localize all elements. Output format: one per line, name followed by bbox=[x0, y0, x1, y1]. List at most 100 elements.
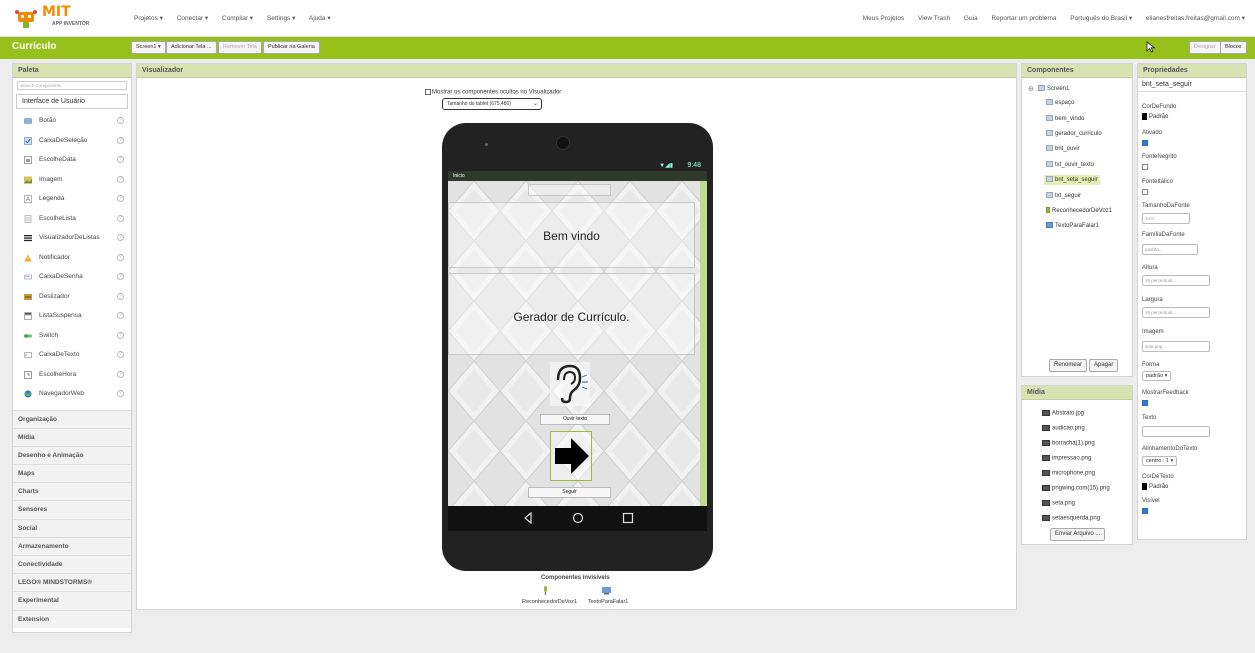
menu-ajuda[interactable]: Ajuda ▾ bbox=[309, 15, 331, 22]
category-extension[interactable]: Extension bbox=[13, 609, 131, 628]
espaco-placeholder[interactable] bbox=[528, 184, 611, 196]
media-file[interactable]: Abstrato.jpg bbox=[1042, 410, 1084, 417]
checkbox-box[interactable] bbox=[425, 89, 431, 95]
category-sensores[interactable]: Sensores bbox=[13, 500, 131, 519]
help-icon[interactable]: ? bbox=[117, 312, 124, 319]
category-lego-mindstorms[interactable]: LEGO® MINDSTORMS® bbox=[13, 573, 131, 592]
help-icon[interactable]: ? bbox=[117, 214, 124, 222]
home-icon[interactable] bbox=[572, 512, 584, 524]
tree-txt-ouvir-texto[interactable]: txt_ouvir_texto bbox=[1046, 160, 1094, 170]
font-bold-checkbox[interactable] bbox=[1142, 164, 1148, 170]
show-feedback-checkbox[interactable] bbox=[1142, 400, 1148, 406]
category-armazenamento[interactable]: Armazenamento bbox=[13, 536, 131, 555]
help-icon[interactable]: ? bbox=[117, 292, 124, 300]
palette-item-caixadetexto[interactable]: CaixaDeTexto ? bbox=[13, 345, 131, 365]
palette-item-visualizadordelistas[interactable]: VisualizadorDeListas ? bbox=[13, 228, 131, 248]
ear-icon[interactable] bbox=[550, 362, 590, 406]
palette-item-imagem[interactable]: Imagem ? bbox=[13, 170, 131, 190]
media-file[interactable]: microphone.png bbox=[1042, 470, 1095, 477]
help-icon[interactable]: ? bbox=[117, 195, 124, 202]
palette-item-listasuspensa[interactable]: ListaSuspensa ? bbox=[13, 306, 131, 326]
blocks-button[interactable]: Blocos bbox=[1220, 41, 1247, 54]
tree-gerador-curriculo[interactable]: gerador_curriculo bbox=[1046, 129, 1102, 139]
help-icon[interactable]: ? bbox=[117, 331, 124, 339]
tree-screen1[interactable]: Screen1 bbox=[1038, 84, 1069, 94]
account-email[interactable]: elianesfreitas.freitas@gmail.com ▾ bbox=[1146, 15, 1245, 22]
palette-item-escolhedata[interactable]: EscolheData ? bbox=[13, 150, 131, 170]
collapse-icon[interactable]: ⊖ bbox=[1028, 85, 1034, 93]
show-hidden-checkbox[interactable]: Mostrar os componentes ocultos no Visual… bbox=[425, 89, 561, 96]
category-conectividade[interactable]: Conectividade bbox=[13, 555, 131, 574]
palette-item-legenda[interactable]: A Legenda ? bbox=[13, 189, 131, 209]
help-icon[interactable]: ? bbox=[117, 156, 124, 163]
media-file[interactable]: audicao.png bbox=[1042, 425, 1085, 432]
help-icon[interactable]: ? bbox=[117, 370, 124, 378]
text-color-picker[interactable]: Padrão bbox=[1142, 483, 1168, 490]
tree-espaco[interactable]: espaço bbox=[1046, 98, 1074, 108]
media-file[interactable]: borracha(1).png bbox=[1042, 440, 1095, 447]
palette-item-notificador[interactable]: Notificador ? bbox=[13, 248, 131, 268]
help-icon[interactable]: ? bbox=[117, 117, 124, 124]
tree-reconhecedor[interactable]: ReconhecedorDeVoz1 bbox=[1046, 206, 1112, 216]
help-icon[interactable]: ? bbox=[117, 175, 124, 183]
help-icon[interactable]: ? bbox=[117, 253, 124, 261]
invisible-textoparafalar[interactable]: TextoParaFalar1 bbox=[588, 599, 628, 605]
category-interface-usuario[interactable]: Interface de Usuário bbox=[16, 94, 128, 109]
media-file[interactable]: setaesquerda.png bbox=[1042, 515, 1100, 522]
remove-screen-button[interactable]: Remover Tela bbox=[218, 41, 262, 54]
category-desenho-animacao[interactable]: Desenho e Animação bbox=[13, 445, 131, 465]
search-components-input[interactable]: Search Components... bbox=[17, 81, 127, 90]
help-icon[interactable]: ? bbox=[117, 136, 124, 144]
seguir-text-button[interactable]: Seguir bbox=[528, 487, 611, 498]
tree-textoparafalar[interactable]: TextoParaFalar1 bbox=[1046, 221, 1099, 231]
help-icon[interactable]: ? bbox=[117, 390, 124, 397]
palette-item-escolhelista[interactable]: EscolheLista ? bbox=[13, 209, 131, 229]
tree-bnt-seta-seguir[interactable]: bnt_seta_seguir bbox=[1044, 175, 1100, 185]
link-guia[interactable]: Guia bbox=[964, 15, 978, 22]
font-family-input[interactable]: padrão... bbox=[1142, 244, 1198, 255]
media-file[interactable]: pngwing.com(15).png bbox=[1042, 485, 1110, 492]
label-bem-vindo[interactable]: Bem vindo bbox=[448, 202, 695, 268]
designer-button[interactable]: Designer bbox=[1189, 41, 1222, 54]
menu-compilar[interactable]: Compilar ▾ bbox=[222, 15, 253, 22]
menu-conectar[interactable]: Conectar ▾ bbox=[177, 15, 208, 22]
label-gerador-curriculo[interactable]: Gerador de Currículo. bbox=[448, 273, 695, 355]
menu-projetos[interactable]: Projetos ▾ bbox=[134, 15, 163, 22]
palette-item-deslizador[interactable]: Deslizador ? bbox=[13, 287, 131, 307]
device-size-select[interactable]: Tamanho do tablet (675,480) ⌄ bbox=[442, 98, 542, 110]
ouvir-texto-button[interactable]: Ouvir texto bbox=[540, 414, 610, 425]
help-icon[interactable]: ? bbox=[117, 351, 124, 358]
upload-file-button[interactable]: Enviar Arquivo ... bbox=[1050, 528, 1106, 541]
shape-select[interactable]: padrão ▾ bbox=[1142, 371, 1172, 381]
language-select[interactable]: Português do Brasil ▾ bbox=[1070, 15, 1132, 22]
menu-settings[interactable]: Settings ▾ bbox=[267, 15, 296, 22]
category-midia[interactable]: Mídia bbox=[13, 427, 131, 446]
tree-bem-vindo[interactable]: bem_vindo bbox=[1046, 114, 1084, 124]
delete-button[interactable]: Apagar bbox=[1089, 359, 1119, 372]
app-inventor-logo[interactable]: MIT APP INVENTOR bbox=[12, 3, 102, 33]
publish-gallery-button[interactable]: Publicar na Galeria bbox=[263, 41, 320, 54]
rename-button[interactable]: Renomear bbox=[1049, 359, 1088, 372]
add-screen-button[interactable]: Adicionar Tela ... bbox=[166, 41, 217, 54]
palette-item-caixadeselecao[interactable]: CaixaDeSeleção ? bbox=[13, 131, 131, 151]
palette-item-botao[interactable]: Botão ? bbox=[13, 111, 131, 131]
help-icon[interactable]: ? bbox=[117, 273, 124, 280]
background-color-picker[interactable]: Padrão bbox=[1142, 113, 1168, 120]
screen-select-button[interactable]: Screen1 ▾ bbox=[131, 41, 166, 54]
text-alignment-select[interactable]: centro : 1 ▾ bbox=[1142, 456, 1178, 466]
enabled-checkbox[interactable] bbox=[1142, 140, 1148, 146]
visible-checkbox[interactable] bbox=[1142, 508, 1148, 514]
invisible-reconhecedor[interactable]: ReconhecedorDeVoz1 bbox=[522, 599, 577, 605]
media-file[interactable]: seta.png bbox=[1042, 500, 1075, 507]
tree-txt-seguir[interactable]: txt_seguir bbox=[1046, 191, 1081, 201]
font-italic-checkbox[interactable] bbox=[1142, 189, 1148, 195]
back-icon[interactable] bbox=[523, 512, 533, 524]
tree-bnt-ouvir[interactable]: bnt_ouvir bbox=[1046, 144, 1080, 154]
category-maps[interactable]: Maps bbox=[13, 464, 131, 483]
category-organizacao[interactable]: Organização bbox=[13, 409, 131, 428]
media-file[interactable]: impressao.png bbox=[1042, 455, 1091, 462]
link-reportar-problema[interactable]: Reportar um problema bbox=[991, 15, 1056, 22]
height-input[interactable]: 15 percentual... bbox=[1142, 275, 1210, 286]
link-meus-projetos[interactable]: Meus Projetos bbox=[863, 15, 905, 22]
category-social[interactable]: Social bbox=[13, 518, 131, 537]
